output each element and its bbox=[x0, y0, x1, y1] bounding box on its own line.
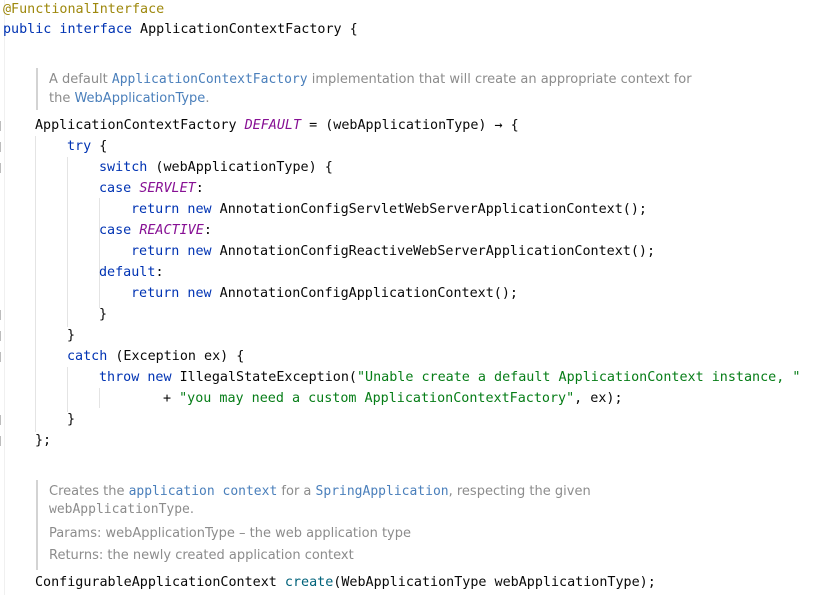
doc-link-springapplication[interactable]: SpringApplication bbox=[316, 484, 449, 499]
keyword: switch bbox=[99, 160, 148, 175]
keyword: case bbox=[99, 223, 140, 238]
doc-code: webApplicationType bbox=[49, 502, 190, 517]
return-default-line[interactable]: return new AnnotationConfigApplicationCo… bbox=[131, 284, 518, 304]
try-close-brace[interactable]: } bbox=[67, 326, 75, 346]
doc-comment-line[interactable]: the WebApplicationType. bbox=[49, 89, 209, 109]
keyword: public interface bbox=[3, 22, 132, 37]
catch-expr: (Exception ex) { bbox=[107, 349, 245, 364]
constructor-call: AnnotationConfigApplicationContext(); bbox=[211, 286, 518, 301]
throw-line[interactable]: throw new IllegalStateException("Unable … bbox=[99, 368, 800, 388]
interface-name: ApplicationContextFactory { bbox=[132, 22, 358, 37]
annotation[interactable]: @FunctionalInterface bbox=[3, 0, 164, 20]
try-line[interactable]: try { bbox=[67, 137, 107, 157]
string-literal: "you may need a custom ApplicationContex… bbox=[179, 391, 575, 406]
method-name: create bbox=[284, 575, 334, 590]
indent-guide bbox=[67, 157, 68, 327]
lambda-text: = (webApplicationType) → { bbox=[301, 118, 519, 133]
doc-comment-line[interactable]: A default ApplicationContextFactory impl… bbox=[49, 70, 692, 90]
doc-text: for a bbox=[277, 484, 316, 499]
keyword: try bbox=[67, 139, 92, 154]
doc-text: . bbox=[205, 91, 210, 106]
enum-constant: SERVLET bbox=[139, 181, 196, 196]
doc-link-application-context[interactable]: application context bbox=[129, 484, 278, 499]
string-literal: "Unable create a default ApplicationCont… bbox=[357, 370, 801, 385]
catch-close-brace[interactable]: } bbox=[67, 410, 75, 430]
switch-close-brace[interactable]: } bbox=[99, 305, 107, 325]
doc-comment-line[interactable]: webApplicationType. bbox=[49, 500, 194, 520]
fold-marker[interactable] bbox=[0, 352, 3, 362]
doc-returns: Returns: the newly created application c… bbox=[49, 548, 354, 563]
type-name: ApplicationContextFactory bbox=[35, 118, 245, 133]
keyword: throw new bbox=[99, 370, 172, 385]
fold-marker[interactable] bbox=[0, 121, 3, 131]
constructor-call: AnnotationConfigReactiveWebServerApplica… bbox=[211, 244, 656, 259]
default-field-line[interactable]: ApplicationContextFactory DEFAULT = (web… bbox=[35, 116, 519, 136]
default-line[interactable]: default: bbox=[99, 263, 164, 283]
doc-text: the bbox=[49, 91, 75, 106]
return-type: ConfigurableApplicationContext bbox=[35, 575, 285, 590]
doc-params: Params: webApplicationType – the web app… bbox=[49, 526, 411, 541]
fold-marker[interactable] bbox=[0, 142, 3, 152]
keyword: return new bbox=[131, 202, 212, 217]
field-name: DEFAULT bbox=[244, 118, 302, 133]
fold-marker[interactable] bbox=[0, 415, 3, 425]
doc-link-applicationcontextfactory[interactable]: ApplicationContextFactory bbox=[112, 72, 308, 87]
keyword: case bbox=[99, 181, 140, 196]
colon: : bbox=[195, 181, 204, 196]
case-servlet-line[interactable]: case SERVLET: bbox=[99, 179, 204, 199]
indent-guide bbox=[35, 136, 36, 432]
args-end: , ex); bbox=[574, 391, 623, 406]
catch-line[interactable]: catch (Exception ex) { bbox=[67, 347, 244, 367]
indent-guide bbox=[4, 0, 5, 595]
constructor-call: AnnotationConfigServletWebServerApplicat… bbox=[211, 202, 647, 217]
doc-text: . bbox=[189, 502, 195, 517]
interface-declaration[interactable]: public interface ApplicationContextFacto… bbox=[3, 20, 358, 40]
indent-guide bbox=[99, 388, 100, 408]
operator: + bbox=[163, 391, 180, 406]
switch-line[interactable]: switch (webApplicationType) { bbox=[99, 158, 333, 178]
brace: { bbox=[91, 139, 108, 154]
fold-marker[interactable] bbox=[0, 331, 3, 341]
keyword: catch bbox=[67, 349, 108, 364]
doc-text: , respecting the given bbox=[448, 484, 591, 499]
fold-marker[interactable] bbox=[0, 163, 3, 173]
case-reactive-line[interactable]: case REACTIVE: bbox=[99, 221, 212, 241]
concat-line[interactable]: + "you may need a custom ApplicationCont… bbox=[163, 389, 623, 409]
doc-comment-bar bbox=[36, 480, 38, 570]
create-method-line[interactable]: ConfigurableApplicationContext create(We… bbox=[35, 573, 656, 593]
keyword: return new bbox=[131, 286, 212, 301]
keyword: return new bbox=[131, 244, 212, 259]
enum-constant: REACTIVE bbox=[139, 223, 204, 238]
fold-marker[interactable] bbox=[0, 436, 3, 446]
doc-link-webapplicationtype[interactable]: WebApplicationType bbox=[74, 91, 205, 106]
switch-expr: (webApplicationType) { bbox=[147, 160, 333, 175]
colon: : bbox=[203, 223, 212, 238]
fold-marker[interactable] bbox=[0, 310, 3, 320]
doc-comment-line[interactable]: Creates the application context for a Sp… bbox=[49, 482, 591, 502]
doc-text: A default bbox=[49, 72, 112, 87]
keyword: default bbox=[99, 265, 156, 280]
exception-class: IllegalStateException( bbox=[171, 370, 357, 385]
method-params: (WebApplicationType webApplicationType); bbox=[333, 575, 656, 590]
indent-guide bbox=[99, 198, 100, 308]
doc-text: Creates the bbox=[49, 484, 129, 499]
indent-guide bbox=[67, 367, 68, 412]
doc-text: implementation that will create an appro… bbox=[307, 72, 692, 87]
return-servlet-line[interactable]: return new AnnotationConfigServletWebSer… bbox=[131, 200, 647, 220]
lambda-end[interactable]: }; bbox=[35, 431, 51, 451]
colon: : bbox=[155, 265, 164, 280]
return-reactive-line[interactable]: return new AnnotationConfigReactiveWebSe… bbox=[131, 242, 655, 262]
doc-comment-bar bbox=[36, 68, 38, 110]
